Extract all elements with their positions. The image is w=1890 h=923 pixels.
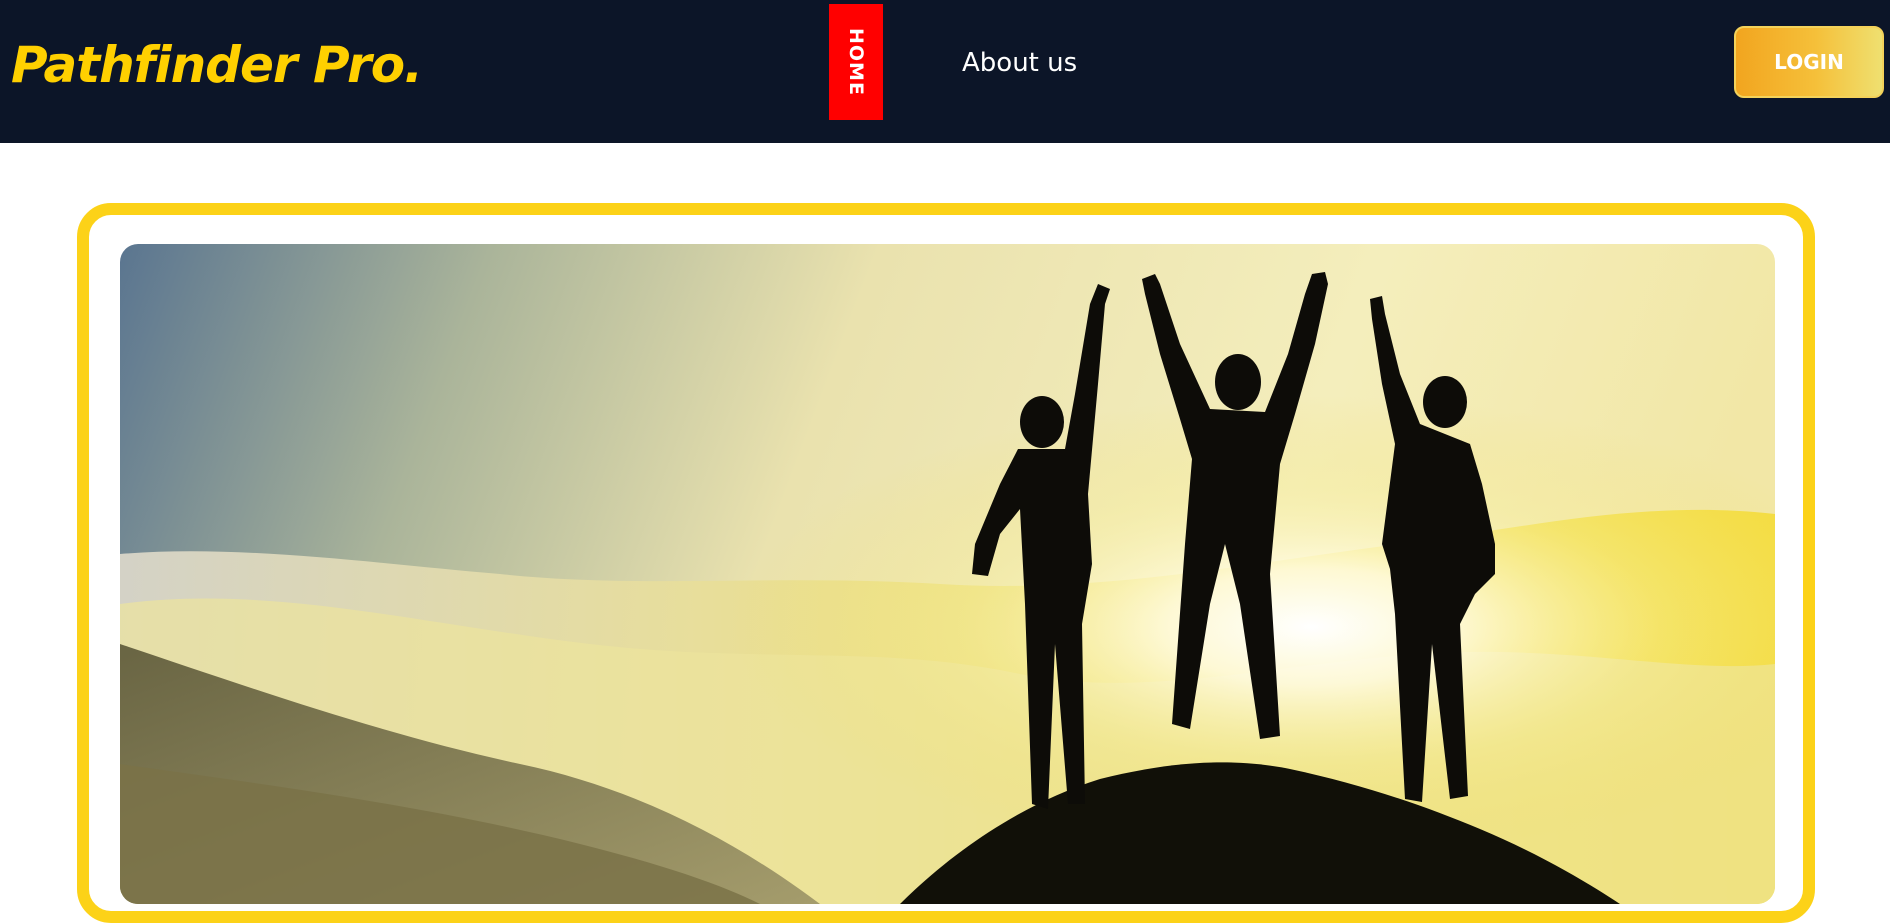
mountain-summit-silhouettes-image: [120, 244, 1775, 904]
nav-item-home[interactable]: HOME: [829, 4, 883, 120]
hero-image: [120, 244, 1775, 904]
login-button[interactable]: LOGIN: [1734, 26, 1884, 98]
navbar: Pathfinder Pro. HOME About us LOGIN: [0, 0, 1890, 143]
brand-logo[interactable]: Pathfinder Pro.: [11, 32, 423, 98]
nav-item-home-label: HOME: [845, 28, 867, 96]
nav-item-about-us[interactable]: About us: [962, 45, 1077, 81]
